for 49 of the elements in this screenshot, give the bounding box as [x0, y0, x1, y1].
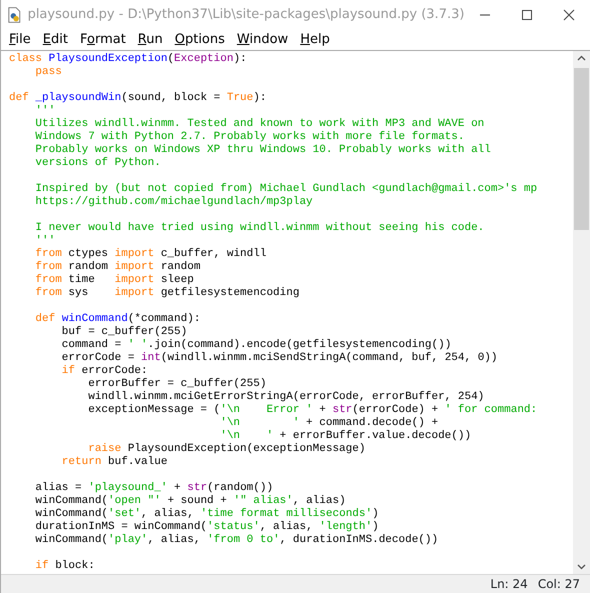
code-line: winCommand('open "' + sound + '" alias', alias): [34, 495, 346, 508]
code-line: def winCommand(*command):: [34, 313, 200, 326]
code-line: Windows 7 with Python 2.7. Probably works with more file formats.: [34, 131, 464, 144]
window-title: playsound.py - D:\Python37\Lib\site-packages\playsound.py (3.7.3): [28, 6, 464, 24]
close-icon: [563, 8, 576, 20]
code-line: def _playsoundWin(sound, block = True):: [9, 92, 266, 105]
line-number-status: Ln: 24: [490, 576, 528, 593]
maximize-icon: [521, 8, 534, 20]
code-line: buf = c_buffer(255): [60, 326, 188, 339]
code-line: pass: [34, 66, 62, 79]
menu-item[interactable]: Options: [168, 30, 231, 50]
code-line: exceptionMessage = ('\n Error ' + str(errorCode) + ' for command:: [87, 404, 538, 417]
menu-item[interactable]: File: [3, 30, 37, 50]
code-line: from ctypes import c_buffer, windll: [34, 248, 266, 261]
menu-item[interactable]: Help: [294, 30, 336, 50]
code-line: ''': [34, 235, 56, 248]
code-line: winCommand('play', alias, 'from 0 to', durationInMS.decode()): [34, 534, 438, 547]
code-line: if errorCode:: [60, 365, 148, 378]
menu-item[interactable]: Edit: [36, 30, 74, 50]
code-line: Inspired by (but not copied from) Michael Gundlach <gundlach@gmail.com>'s mp: [34, 183, 538, 196]
code-line: versions of Python.: [34, 157, 161, 170]
code-line: errorCode = int(windll.winmm.mciSendStringA(command, buf, 254, 0)): [60, 352, 498, 365]
code-line: from random import random: [34, 261, 200, 274]
menu-item[interactable]: Window: [230, 30, 294, 50]
code-line: I never would have tried using windll.winmm without seeing his code.: [34, 222, 484, 235]
python-file-icon: [7, 6, 22, 24]
code-line: alias = 'playsound_' + str(random()): [34, 482, 274, 495]
column-number-status: Col: 27: [538, 576, 580, 593]
code-line: if block:: [34, 560, 95, 573]
code-line: command = ' '.join(command).encode(getfilesystemencoding()): [60, 339, 452, 352]
code-line: errorBuffer = c_buffer(255): [87, 378, 266, 391]
scroll-thumb[interactable]: [574, 68, 589, 230]
menu-item[interactable]: Format: [74, 30, 132, 50]
scrollbar[interactable]: [573, 51, 590, 574]
code-line: windll.winmm.mciGetErrorStringA(errorCode, errorBuffer, 254): [87, 391, 484, 404]
code-line: winCommand('set', alias, 'time format milliseconds'): [34, 508, 379, 521]
menu-item[interactable]: Run: [132, 30, 169, 50]
code-line: Probably works on Windows XP thru Windows 10. Probably works with all: [34, 144, 491, 157]
code-line: return buf.value: [60, 456, 168, 469]
code-line: raise PlaysoundException(exceptionMessage): [87, 443, 366, 456]
code-line: '\n ' + errorBuffer.value.decode()): [219, 430, 472, 443]
code-line: from sys import getfilesystemencoding: [34, 287, 300, 300]
code-line: class PlaysoundException(Exception):: [9, 53, 247, 66]
code-line: '\n ' + command.decode() +: [219, 417, 438, 430]
code-line: https://github.com/michaelgundlach/mp3play: [34, 196, 313, 209]
code-line: from time import sleep: [34, 274, 194, 287]
code-line: Utilizes windll.winmm. Tested and known to work with MP3 and WAVE on: [34, 118, 484, 131]
code-line: durationInMS = winCommand('status', alias, 'length'): [34, 521, 379, 534]
code-line: ''': [34, 105, 56, 118]
